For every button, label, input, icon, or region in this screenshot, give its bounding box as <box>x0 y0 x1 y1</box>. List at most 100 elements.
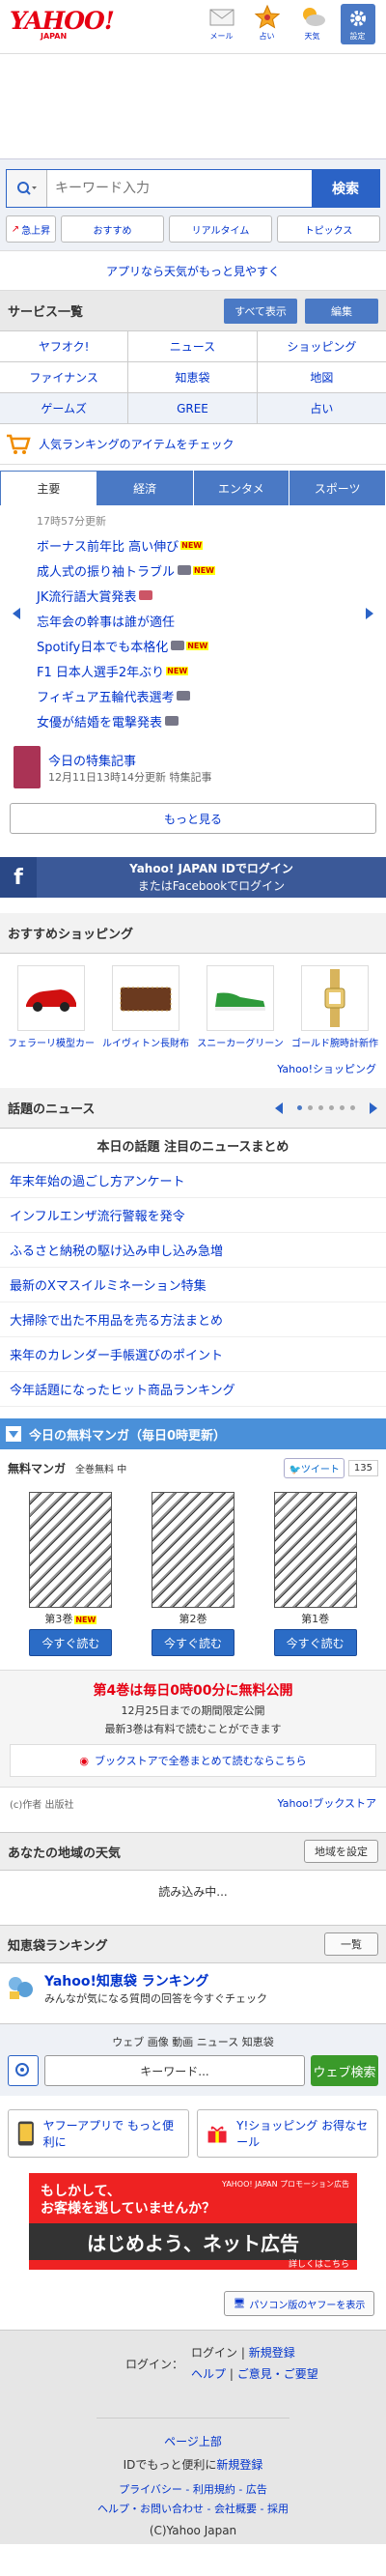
search-option-button[interactable] <box>7 170 47 207</box>
next-arrow-icon[interactable] <box>365 607 374 620</box>
dot-indicator[interactable] <box>350 1105 355 1110</box>
fortune-button[interactable]: 占い <box>244 4 290 44</box>
settings-button[interactable]: 設定 <box>335 4 380 44</box>
service-item[interactable]: 占い <box>257 393 386 424</box>
bottom-search-input[interactable]: キーワード... <box>44 2055 305 2086</box>
feedback-link[interactable]: ご意見・ご要望 <box>237 2367 318 2381</box>
read-now-button[interactable]: 今すぐ読む <box>273 1629 357 1656</box>
dot-indicator[interactable] <box>329 1105 334 1110</box>
service-item[interactable]: GREE <box>128 393 258 424</box>
service-item[interactable]: ゲームズ <box>0 393 129 424</box>
search-button[interactable]: 検索 <box>312 170 379 207</box>
weather-button[interactable]: 天気 <box>290 4 335 44</box>
news-item[interactable]: 忘年会の幹事は誰が適任 <box>37 608 349 633</box>
register-link[interactable]: 新規登録 <box>249 2346 295 2360</box>
bottom-search: ウェブ 画像 動画 ニュース 知恵袋 キーワード... ウェブ検索 <box>0 2023 386 2096</box>
help-link[interactable]: ヘルプ <box>191 2367 226 2381</box>
mail-button[interactable]: メール <box>199 4 244 44</box>
feature-article[interactable]: 今日の特集記事 12月11日13時14分更新 特集記事 <box>0 739 386 795</box>
product-item[interactable]: フェラーリ模型カー <box>6 965 97 1049</box>
set-area-button[interactable]: 地域を設定 <box>304 1840 378 1863</box>
topic-link[interactable]: 大掃除で出た不用品を売る方法まとめ <box>0 1302 386 1337</box>
pc-version-link[interactable]: 🖥 パソコン版のヤフーを表示 <box>224 2291 374 2316</box>
bookstore-link[interactable]: ◉ ブックストアで全巻まとめて読むならこちら <box>10 1744 376 1777</box>
next-arrow-icon[interactable] <box>369 1102 378 1115</box>
manga-cover-image[interactable] <box>273 1492 357 1608</box>
footer-links-2[interactable]: ヘルプ・お問い合わせ - 会社概要 - 採用 <box>0 2501 386 2516</box>
yahoo-logo[interactable]: YAHOO! JAPAN <box>10 9 116 42</box>
topic-link[interactable]: 年末年始の過ごし方アンケート <box>0 1163 386 1198</box>
dot-indicator[interactable] <box>297 1105 302 1110</box>
dot-indicator[interactable] <box>318 1105 323 1110</box>
web-search-button[interactable]: ウェブ検索 <box>311 2055 378 2086</box>
id-text: IDでもっと便利に <box>123 2458 217 2472</box>
dot-indicator[interactable] <box>308 1105 313 1110</box>
topic-link[interactable]: ふるさと納税の駆け込み申し込み急増 <box>0 1233 386 1268</box>
prev-arrow-icon[interactable] <box>274 1102 284 1115</box>
news-item[interactable]: Spotify日本でも本格化 NEW <box>37 633 349 658</box>
camera-icon <box>177 691 191 701</box>
manga-cover-image[interactable] <box>151 1492 234 1608</box>
news-item[interactable]: 成人式の振り袖トラブル NEW <box>37 558 349 583</box>
page-top-link[interactable]: ページ上部 <box>164 2435 222 2448</box>
prev-arrow-icon[interactable] <box>12 607 21 620</box>
id-register-link[interactable]: 新規登録 <box>216 2458 262 2472</box>
manga-cover-image[interactable] <box>29 1492 113 1608</box>
product-label: ゴールド腕時計新作 <box>291 1039 378 1049</box>
read-now-button[interactable]: 今すぐ読む <box>151 1629 234 1656</box>
quick-link-topics[interactable]: トピックス <box>277 215 380 243</box>
news-item[interactable]: JK流行語大賞発表 <box>37 583 349 608</box>
tab-economy[interactable]: 経済 <box>96 471 194 505</box>
bookstore-link-text: ブックストアで全巻まとめて読むならこちら <box>94 1755 307 1767</box>
tab-main[interactable]: 主要 <box>0 471 97 505</box>
news-item[interactable]: 女優が結婚を電撃発表 <box>37 708 349 733</box>
service-item[interactable]: ヤフオク! <box>0 331 129 362</box>
topic-link[interactable]: インフルエンザ流行警報を発令 <box>0 1198 386 1233</box>
logo-sub: JAPAN <box>41 32 68 41</box>
topic-link[interactable]: 来年のカレンダー手帳選びのポイント <box>0 1337 386 1372</box>
read-now-button[interactable]: 今すぐ読む <box>29 1629 113 1656</box>
manga-header[interactable]: 今日の無料マンガ（毎日0時更新） <box>0 1418 386 1449</box>
product-item[interactable]: ゴールド腕時計新作 <box>290 965 381 1049</box>
news-headline: 女優が結婚を電撃発表 <box>37 715 163 730</box>
bookstore-text-link[interactable]: Yahoo!ブックストア <box>278 1795 376 1811</box>
news-headline: フィギュア五輪代表選考 <box>37 690 175 705</box>
ranking-list-button[interactable]: 一覧 <box>324 1932 378 1956</box>
news-more-button[interactable]: もっと見る <box>10 803 376 834</box>
product-item[interactable]: スニーカーグリーン <box>195 965 287 1049</box>
footer-links-1[interactable]: プライバシー - 利用規約 - 広告 <box>0 2481 386 2497</box>
topic-link[interactable]: 最新のXマスイルミネーション特集 <box>0 1268 386 1302</box>
search-option-button[interactable] <box>8 2055 39 2086</box>
news-item[interactable]: フィギュア五輪代表選考 <box>37 683 349 708</box>
feature-thumbnail <box>14 746 41 788</box>
id-row: IDでもっと便利に新規登録 <box>0 2456 386 2473</box>
service-item[interactable]: ファイナンス <box>0 362 129 393</box>
service-item[interactable]: ニュース <box>128 331 258 362</box>
tweet-button[interactable]: 🐦ツイート <box>284 1457 345 1478</box>
tab-sports[interactable]: スポーツ <box>290 471 386 505</box>
news-item[interactable]: ボーナス前年比 高い伸び NEW <box>37 532 349 558</box>
login-link[interactable]: ログイン <box>191 2346 237 2360</box>
news-item[interactable]: F1 日本人選手2年ぶり NEW <box>37 658 349 683</box>
service-item[interactable]: 知恵袋 <box>128 362 258 393</box>
service-item[interactable]: ショッピング <box>257 331 386 362</box>
app-promo-link[interactable]: アプリなら天気がもっと見やすく <box>0 250 386 291</box>
tab-entertainment[interactable]: エンタメ <box>193 471 290 505</box>
product-item[interactable]: ルイヴィトン長財布 <box>100 965 192 1049</box>
services-all-button[interactable]: すべて表示 <box>224 298 297 324</box>
chiebukuro-banner[interactable]: Yahoo!知恵袋 ランキング みんなが気になる質問の回答を今すぐチェック <box>0 1963 386 2014</box>
services-edit-button[interactable]: 編集 <box>305 298 378 324</box>
login-banner[interactable]: f Yahoo! JAPAN IDでログイン またはFacebookでログイン <box>0 857 386 898</box>
service-item[interactable]: 地図 <box>257 362 386 393</box>
shopping-link[interactable]: Yahoo!ショッピング <box>277 1063 376 1075</box>
quick-link-realtime[interactable]: リアルタイム <box>169 215 272 243</box>
search-input[interactable] <box>47 170 312 207</box>
app-link[interactable]: Y!ショッピング お得なセール <box>197 2109 378 2158</box>
app-link[interactable]: ヤフーアプリで もっと便利に <box>8 2109 189 2158</box>
quick-link-recommend[interactable]: おすすめ <box>61 215 164 243</box>
dot-indicator[interactable] <box>340 1105 345 1110</box>
ad-banner[interactable]: もしかして、 お客様を逃していませんか？ YAHOO! JAPAN プロモーション… <box>29 2173 357 2270</box>
topic-link[interactable]: 今年話題になったヒット商品ランキング <box>0 1372 386 1407</box>
shopping-banner[interactable]: 人気ランキングのアイテムをチェック <box>0 424 386 465</box>
quick-link-trend[interactable]: ↗ 急上昇 <box>6 215 56 243</box>
